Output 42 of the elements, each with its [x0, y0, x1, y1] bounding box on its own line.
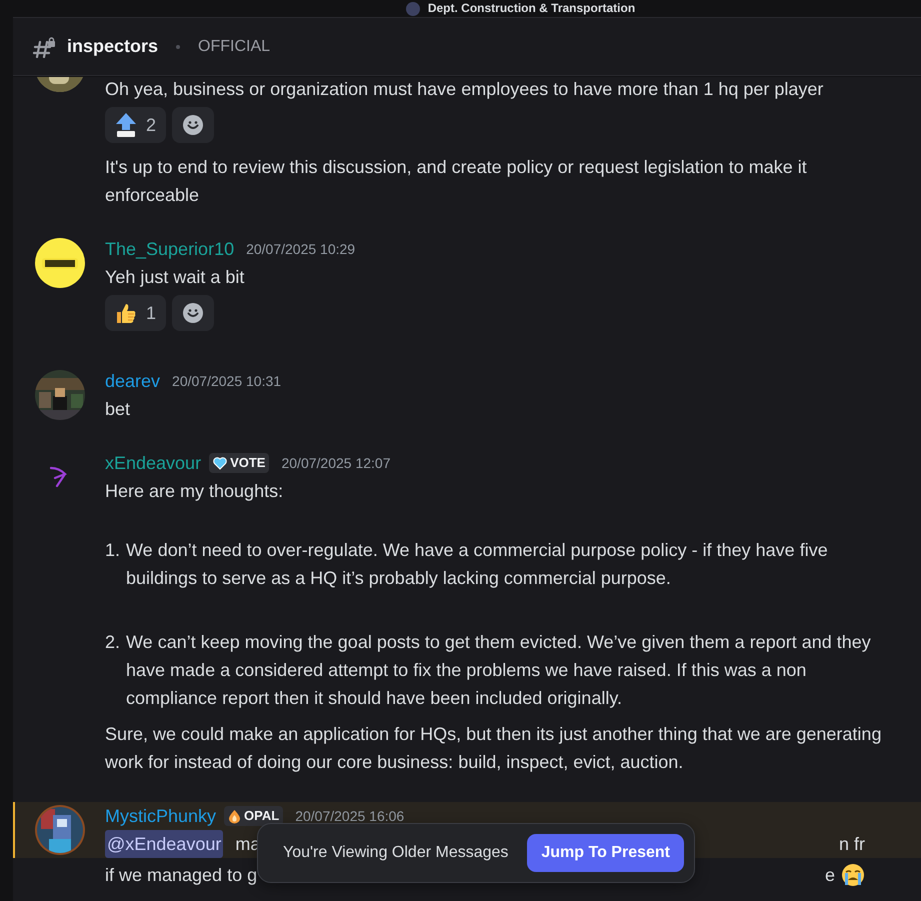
username[interactable]: dearev [105, 367, 160, 395]
timestamp: 20/07/2025 16:06 [295, 807, 404, 826]
username[interactable]: The_Superior10 [105, 235, 234, 263]
username[interactable]: xEndeavour [105, 449, 202, 477]
thumbs-up-icon [114, 301, 138, 325]
reaction-button[interactable]: 1 [105, 295, 166, 331]
message-text: Yeh just wait a bit [105, 266, 246, 289]
add-reaction-icon [183, 303, 204, 323]
role-badge: VOTE [209, 453, 270, 473]
reaction-button[interactable]: 2 [105, 107, 166, 143]
server-icon [406, 2, 420, 16]
timestamp: 20/07/2025 12:07 [281, 454, 390, 473]
up-arrow-icon [114, 112, 138, 138]
jump-to-present-button[interactable]: Jump To Present [527, 834, 684, 872]
server-title: Dept. Construction & Transportation [428, 0, 636, 17]
message-text: bet [105, 398, 132, 421]
channel-name: inspectors [67, 36, 158, 57]
toast-text: You're Viewing Older Messages [283, 844, 508, 862]
message-text: Here are my thoughts: [105, 480, 284, 503]
role-badge: OPAL [224, 806, 284, 826]
flame-icon [228, 808, 242, 824]
channel-topic: OFFICIAL [198, 38, 270, 56]
add-reaction-button[interactable] [172, 107, 214, 143]
timestamp: 20/07/2025 10:29 [246, 240, 356, 259]
list-item-text: We don’t need to over-regulate. We have a commercial purpose policy - if they have five buildings to serve as a HQ it’s probably lacking commercial purpose. [126, 539, 829, 590]
locked-channel-icon [33, 36, 57, 58]
user-mention[interactable]: @xEndeavour [105, 830, 224, 858]
username[interactable]: MysticPhunky [105, 802, 216, 830]
message-text: Sure, we could make an application for HQs, but then its just another thing that we are generating work for instead of doing our core business: build, inspect, evict, auction. [105, 723, 882, 774]
add-reaction-button[interactable] [172, 295, 214, 331]
crying-face-icon [841, 863, 865, 887]
message-text-fragment: e [824, 864, 835, 887]
list-number: 2. [105, 631, 120, 654]
add-reaction-icon [183, 115, 204, 135]
message-text: Oh yea, business or organization must have employees to have more than 1 hq per player [105, 78, 824, 101]
list-number: 1. [105, 539, 120, 562]
message-text-fragment: if we managed to g [105, 864, 258, 887]
message-text: It's up to end to review this discussion, and create policy or request legislation to make it enforceable [105, 156, 808, 207]
list-item-text: We can’t keep moving the goal posts to get them evicted. We’ve given them a report and they have made a considered attempt to fix the problems we have raised. If this was a non compliance report then it should have been included originally. [126, 631, 872, 710]
message-text-fragment: n fr [838, 833, 865, 856]
timestamp: 20/07/2025 10:31 [172, 372, 282, 391]
heart-icon [213, 456, 228, 470]
